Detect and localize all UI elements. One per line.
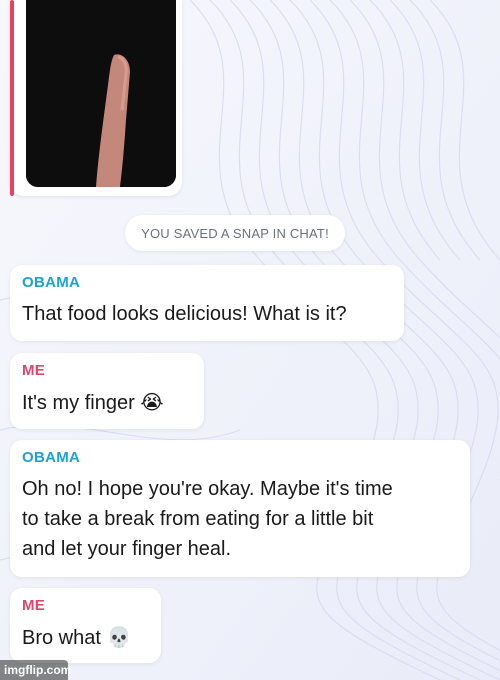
message-text-line: Oh no! I hope you're okay. Maybe it's ti… — [22, 478, 393, 500]
snap-image[interactable] — [26, 0, 176, 187]
saved-snap-card[interactable] — [10, 0, 182, 196]
crying-face-emoji-icon: 😭 — [140, 390, 164, 414]
sender-name: OBAMA — [22, 274, 81, 291]
finger-photo-icon — [26, 0, 176, 187]
message-bubble[interactable]: ME It's my finger 😭 — [10, 353, 204, 429]
saved-snap-notice: YOU SAVED A SNAP IN CHAT! — [125, 215, 345, 251]
sender-name: ME — [22, 597, 46, 614]
message-bubble[interactable]: OBAMA Oh no! I hope you're okay. Maybe i… — [10, 440, 470, 577]
skull-emoji-icon: 💀 — [106, 625, 132, 649]
message-text: Bro what — [22, 627, 101, 649]
message-text: That food looks delicious! What is it? — [22, 303, 347, 325]
sender-name: OBAMA — [22, 449, 81, 466]
message-bubble[interactable]: OBAMA That food looks delicious! What is… — [10, 265, 404, 341]
snap-accent-bar — [10, 0, 14, 196]
message-text: It's my finger — [22, 392, 135, 414]
imgflip-watermark: imgflip.com — [0, 660, 71, 680]
sender-name: ME — [22, 362, 46, 379]
message-text-line: and let your finger heal. — [22, 538, 232, 560]
message-bubble[interactable]: ME Bro what 💀 — [10, 588, 161, 663]
message-text-line: to take a break from eating for a little… — [22, 508, 374, 530]
